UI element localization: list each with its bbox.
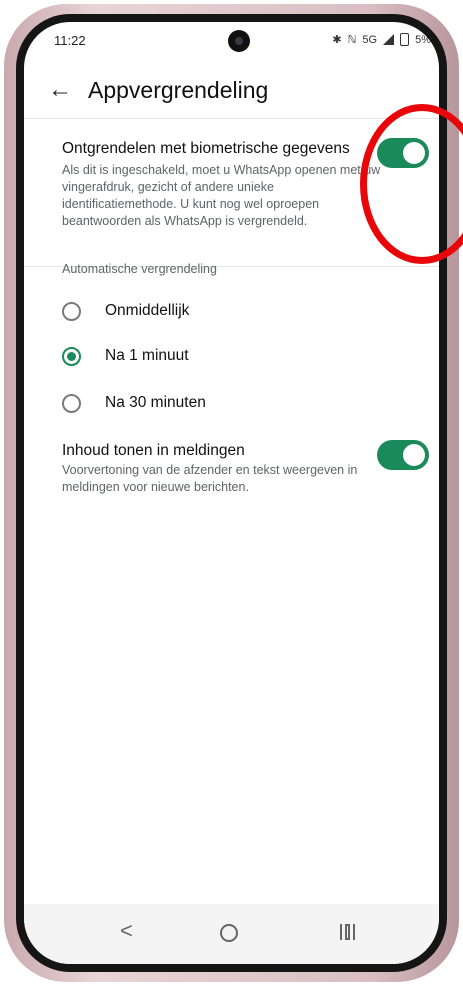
recent-bar	[352, 924, 355, 940]
app-bar: ← Appvergrendeling	[24, 74, 439, 114]
header-divider	[24, 118, 439, 119]
recent-bar	[344, 924, 350, 940]
page-title: Appvergrendeling	[88, 77, 269, 103]
notification-toggle[interactable]	[377, 440, 429, 470]
network-label: 5G	[362, 33, 378, 46]
status-bar: 11:22 ✱ ℕ 5G 5%	[24, 22, 439, 62]
battery-percent: 5%	[415, 33, 431, 46]
biometric-setting-title: Ontgrendelen met biometrische gegevens	[62, 140, 350, 157]
notification-setting-title: Inhoud tonen in meldingen	[62, 442, 245, 459]
mute-icon: ℕ	[347, 34, 357, 46]
notification-content-setting-row[interactable]: Inhoud tonen in meldingen Voorvertoning …	[24, 440, 439, 522]
status-icons: ✱ ℕ 5G 5%	[332, 33, 431, 46]
auto-lock-option-30-minutes[interactable]: Na 30 minuten	[24, 390, 439, 418]
radio-button[interactable]	[62, 394, 81, 413]
notification-setting-description: Voorvertoning van de afzender en tekst w…	[62, 463, 358, 494]
signal-icon	[383, 34, 395, 45]
camera-cutout	[228, 30, 250, 52]
recent-bar	[339, 924, 342, 940]
biometric-setting-description: Als dit is ingeschakeld, moet u WhatsApp…	[62, 163, 381, 228]
navigation-bar: <	[24, 904, 439, 964]
home-icon[interactable]	[220, 924, 238, 942]
option-label: Na 30 minuten	[105, 394, 206, 411]
auto-lock-option-1-minute[interactable]: Na 1 minuut	[24, 343, 439, 371]
bluetooth-icon: ✱	[332, 34, 342, 46]
option-label: Onmiddellijk	[105, 302, 190, 319]
battery-icon	[400, 33, 410, 46]
auto-lock-section-label: Automatische vergrendeling	[62, 262, 217, 276]
option-label: Na 1 minuut	[105, 347, 189, 364]
auto-lock-option-immediately[interactable]: Onmiddellijk	[24, 298, 439, 326]
back-arrow-icon[interactable]: ←	[48, 76, 72, 104]
back-icon[interactable]: <	[120, 918, 133, 944]
recent-apps-icon[interactable]	[337, 924, 357, 940]
radio-button[interactable]	[62, 302, 81, 321]
radio-button-selected[interactable]	[62, 347, 81, 366]
toggle-knob	[403, 444, 425, 466]
status-time: 11:22	[54, 33, 86, 48]
